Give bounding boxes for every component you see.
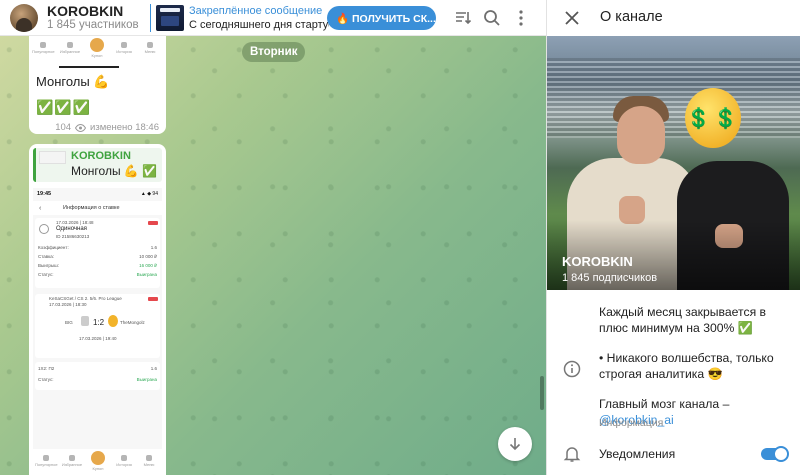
league-name: KeSaCSGet / CS 2. 5/6. Pro League [49, 296, 122, 301]
home-indicator [59, 66, 119, 68]
chat-area: Популярное Избранное Купон История Меню … [0, 36, 546, 475]
badge-red [148, 221, 158, 225]
screenshot-bottom-tabbar: Популярное Избранное Купон История Меню [33, 449, 162, 475]
badge-red [148, 297, 158, 301]
match-date: 17.03.2026 | 18:30 [49, 302, 87, 307]
close-icon[interactable] [562, 8, 582, 28]
eye-icon [75, 123, 87, 132]
message-text: Монголы 💪 [36, 74, 110, 89]
channel-photo[interactable]: 💲💲 KOROBKIN 1 845 подписчиков [547, 36, 800, 290]
phone-time: 19:45 [37, 191, 52, 197]
panel-header: О канале [547, 0, 800, 36]
team1-name: BIG [65, 320, 73, 325]
pinned-title[interactable]: Закреплённое сообщение [189, 5, 322, 17]
pinned-indicator [150, 4, 151, 32]
bet-type: Одиночная [56, 226, 87, 232]
row-label: Статус: [38, 272, 54, 277]
view-count: 104 [55, 122, 72, 133]
tab-history-icon: История [113, 40, 135, 58]
photo-channel-name: KOROBKIN [562, 254, 633, 269]
row-label: Выигрыш: [38, 263, 59, 268]
message-bubble[interactable]: Популярное Избранное Купон История Меню … [29, 36, 166, 134]
chat-header: KOROBKIN 1 845 участников Закреплённое с… [0, 0, 546, 36]
status-value: Выиграна [136, 377, 157, 382]
row-value: 10 000 ₽ [139, 254, 157, 259]
description-paragraph: Каждый месяц закрывается в плюс минимум … [599, 305, 767, 335]
search-icon[interactable] [482, 8, 502, 28]
description-label: Информация [599, 417, 664, 429]
info-icon [563, 360, 581, 378]
tab-menu-icon: Меню [138, 453, 160, 471]
message-bubble[interactable]: KOROBKIN Монголы 💪 ✅ 19:45 ▲ ◆ 94 ‹ Инфо… [29, 144, 166, 475]
screenshot-tabbar: Популярное Избранное Купон История Меню [29, 36, 166, 62]
tab-popular-icon: Популярное [35, 453, 58, 471]
chat-scrollbar[interactable] [540, 376, 544, 410]
reply-thumbnail [39, 151, 66, 164]
bet-date: 17.03.2026 | 18:48 [56, 220, 94, 225]
channel-info-panel: О канале 💲💲 KOROBKIN 1 845 подписчиков К… [546, 0, 800, 475]
market-name: 1X2: П2 [38, 366, 55, 371]
team1-logo-icon [81, 316, 89, 326]
photo-subscriber-count: 1 845 подписчиков [562, 272, 658, 284]
bet-screenshot-image[interactable]: 19:45 ▲ ◆ 94 ‹ Информация о ставке 17.03… [33, 188, 162, 475]
pinned-action-button[interactable]: 🔥 ПОЛУЧИТЬ СК... [327, 6, 436, 30]
screen-title: Информация о ставке [63, 205, 120, 211]
notifications-label: Уведомления [599, 447, 676, 461]
match-score: 1:2 [93, 318, 105, 327]
gamepad-icon [39, 224, 49, 234]
sort-icon[interactable] [453, 8, 473, 28]
row-label: Коэффициент: [38, 245, 69, 250]
arrow-down-icon [509, 438, 521, 451]
tab-history-icon: История [113, 453, 135, 471]
panel-title: О канале [600, 9, 663, 25]
market-value: 1.6 [150, 366, 157, 371]
message-meta: 104 изменено 18:46 [55, 122, 159, 133]
match-card: KeSaCSGet / CS 2. 5/6. Pro League 17.03.… [35, 294, 160, 358]
phone-status: ▲ ◆ 94 [140, 191, 158, 197]
reply-text: Монголы 💪 ✅ [71, 164, 158, 178]
team2-name: TheMongolz [120, 320, 145, 325]
channel-description: Каждый месяц закрывается в плюс минимум … [599, 305, 789, 429]
back-chevron-icon: ‹ [39, 205, 42, 212]
row-value: Выиграна [136, 272, 157, 277]
channel-title[interactable]: KOROBKIN [47, 3, 123, 19]
money-face-emoji-icon: 💲💲 [685, 88, 741, 148]
team2-logo-icon [108, 315, 118, 327]
reply-author: KOROBKIN [71, 150, 131, 162]
more-vert-icon[interactable] [511, 8, 531, 28]
tab-coupon-icon: Купон [87, 451, 109, 471]
bell-icon [563, 447, 581, 462]
row-value: 1.6 [150, 245, 157, 250]
edited-time: изменено 18:46 [90, 122, 159, 133]
message-checks: ✅✅✅ [36, 99, 92, 115]
bet-info-card: 17.03.2026 | 18:48 Одиночная ID 21586630… [35, 218, 160, 288]
pinned-text[interactable]: С сегодняшнего дня стартуе... [189, 19, 329, 31]
pinned-thumbnail[interactable] [156, 5, 184, 31]
tab-popular-icon: Популярное [32, 40, 55, 58]
tab-favorites-icon: Избранное [59, 40, 81, 58]
date-separator: Вторник [242, 42, 306, 62]
bet-id: ID 21586630213 [56, 234, 90, 239]
match-finished: 17.03.2026 | 19:40 [79, 336, 117, 341]
tab-menu-icon: Меню [139, 40, 161, 58]
channel-member-count: 1 845 участников [47, 19, 139, 31]
status-label: Статус: [38, 377, 54, 382]
notifications-toggle[interactable] [761, 446, 789, 462]
tab-coupon-icon: Купон [86, 38, 108, 58]
scroll-down-button[interactable] [498, 427, 532, 461]
reply-preview[interactable]: KOROBKIN Монголы 💪 ✅ [33, 148, 162, 182]
description-paragraph: • Никакого волшебства, только строгая ан… [599, 351, 774, 381]
channel-avatar[interactable] [10, 4, 38, 32]
description-paragraph: Главный мозг канала – [599, 397, 730, 412]
tab-favorites-icon: Избранное [61, 453, 83, 471]
market-card: 1X2: П2 1.6 Статус: Выиграна [35, 362, 160, 390]
row-value: 16 000 ₽ [139, 263, 157, 268]
row-label: Ставка: [38, 254, 54, 259]
